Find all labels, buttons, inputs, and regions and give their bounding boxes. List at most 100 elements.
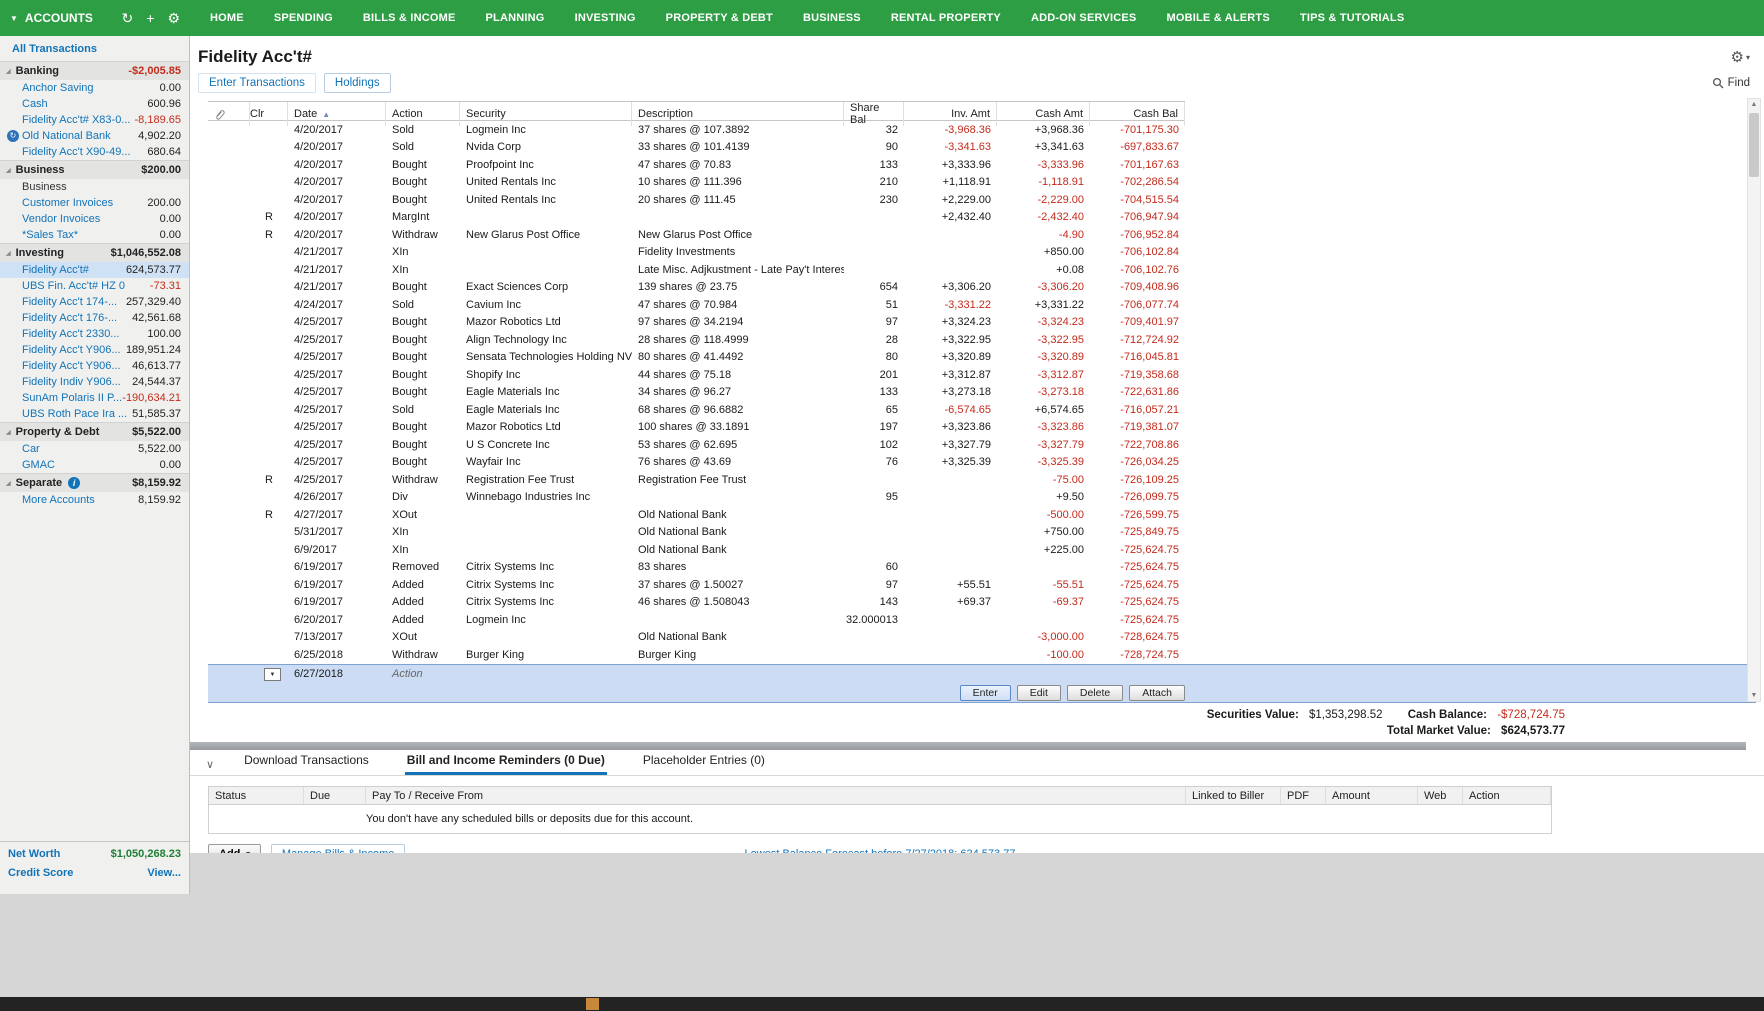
account-section-property-debt[interactable]: ◢Property & Debt$5,522.00	[0, 422, 189, 441]
register-actions-menu[interactable]: ⚙ ▾	[1731, 48, 1750, 66]
transaction-row[interactable]: 4/20/2017BoughtUnited Rentals Inc20 shar…	[208, 191, 1185, 209]
security-column-header[interactable]: Security	[460, 102, 632, 126]
sidebar-account-old-national-bank[interactable]: ↻Old National Bank4,902.20	[0, 128, 189, 144]
share-bal-column-header[interactable]: Share Bal	[844, 102, 904, 126]
transaction-row[interactable]: 7/13/2017XOutOld National Bank-3,000.00-…	[208, 629, 1185, 647]
new-transaction-date[interactable]: 6/27/2018	[288, 668, 386, 680]
transaction-row[interactable]: R4/25/2017WithdrawRegistration Fee Trust…	[208, 471, 1185, 489]
nav-item-rental-property[interactable]: RENTAL PROPERTY	[891, 12, 1001, 24]
transaction-row[interactable]: 4/25/2017BoughtShopify Inc44 shares @ 75…	[208, 366, 1185, 384]
transaction-row[interactable]: 4/25/2017BoughtWayfair Inc76 shares @ 43…	[208, 454, 1185, 472]
taskbar-app-icon[interactable]	[586, 998, 599, 1010]
transaction-row[interactable]: 4/24/2017SoldCavium Inc47 shares @ 70.98…	[208, 296, 1185, 314]
sidebar-account-cash[interactable]: Cash600.96	[0, 96, 189, 112]
find-control[interactable]: Find	[1712, 77, 1750, 89]
tab-placeholder-entries-0[interactable]: Placeholder Entries (0)	[641, 749, 767, 775]
transaction-row[interactable]: 4/25/2017BoughtEagle Materials Inc34 sha…	[208, 384, 1185, 402]
transaction-row[interactable]: 4/26/2017DivWinnebago Industries Inc95+9…	[208, 489, 1185, 507]
register-scrollbar[interactable]: ▲ ▼	[1747, 98, 1761, 702]
attach-button[interactable]: Attach	[1129, 685, 1185, 701]
nav-item-add-on-services[interactable]: ADD-ON SERVICES	[1031, 12, 1136, 24]
transaction-row[interactable]: 4/25/2017BoughtSensata Technologies Hold…	[208, 349, 1185, 367]
sidebar-account-car[interactable]: Car5,522.00	[0, 441, 189, 457]
accounts-header[interactable]: ▼ ACCOUNTS ↻ + ⚙	[0, 10, 190, 27]
scroll-up-icon[interactable]: ▲	[1748, 101, 1760, 108]
transaction-row[interactable]: 4/20/2017SoldLogmein Inc37 shares @ 107.…	[208, 121, 1185, 139]
nav-item-property-debt[interactable]: PROPERTY & DEBT	[666, 12, 773, 24]
transaction-row[interactable]: 4/25/2017SoldEagle Materials Inc68 share…	[208, 401, 1185, 419]
accounts-gear-icon[interactable]: ⚙	[167, 10, 180, 27]
sidebar-account-ubs-fin-acc-t-hz-0[interactable]: UBS Fin. Acc't# HZ 0-73.31	[0, 278, 189, 294]
new-transaction-row[interactable]: ▼ 6/27/2018 Action	[208, 664, 1756, 683]
transaction-row[interactable]: 6/9/2017XInOld National Bank+225.00-725,…	[208, 541, 1185, 559]
sidebar-account-fidelity-acc-t-2330[interactable]: Fidelity Acc't 2330...100.00	[0, 326, 189, 342]
inv-amt-column-header[interactable]: Inv. Amt	[904, 102, 997, 126]
cash-amt-column-header[interactable]: Cash Amt	[997, 102, 1090, 126]
transaction-row[interactable]: 4/25/2017BoughtAlign Technology Inc28 sh…	[208, 331, 1185, 349]
enter-transactions-button[interactable]: Enter Transactions	[198, 73, 316, 93]
transaction-row[interactable]: 6/25/2018WithdrawBurger KingBurger King-…	[208, 646, 1185, 664]
info-icon[interactable]: i	[68, 477, 80, 489]
sidebar-all-transactions[interactable]: All Transactions	[0, 36, 189, 61]
sidebar-account-fidelity-acc-t-174[interactable]: Fidelity Acc't 174-...257,329.40	[0, 294, 189, 310]
transaction-row[interactable]: 4/20/2017BoughtUnited Rentals Inc10 shar…	[208, 174, 1185, 192]
forecast-link[interactable]: Lowest Balance Forecast before 7/27/2018…	[745, 848, 1016, 854]
enter-button[interactable]: Enter	[960, 685, 1011, 701]
nav-item-planning[interactable]: PLANNING	[486, 12, 545, 24]
nav-item-home[interactable]: HOME	[210, 12, 244, 24]
new-transaction-action-placeholder[interactable]: Action	[386, 668, 460, 680]
sidebar-account-fidelity-acc-t-176[interactable]: Fidelity Acc't 176-...42,561.68	[0, 310, 189, 326]
attach-column-header[interactable]	[208, 102, 250, 126]
nav-item-tips-tutorials[interactable]: TIPS & TUTORIALS	[1300, 12, 1404, 24]
nav-item-bills-income[interactable]: BILLS & INCOME	[363, 12, 456, 24]
sidebar-account-business[interactable]: Business	[0, 179, 189, 195]
scrollbar-thumb[interactable]	[1749, 113, 1759, 177]
sidebar-account-vendor-invoices[interactable]: Vendor Invoices0.00	[0, 211, 189, 227]
transaction-row[interactable]: 4/21/2017XInFidelity Investments+850.00-…	[208, 244, 1185, 262]
nav-item-spending[interactable]: SPENDING	[274, 12, 333, 24]
sidebar-account-sunam-polaris-ii-p[interactable]: SunAm Polaris II P...-190,634.21	[0, 390, 189, 406]
credit-score-label[interactable]: Credit Score	[8, 867, 73, 879]
clr-column-header[interactable]: Clr	[250, 102, 288, 126]
cash-bal-column-header[interactable]: Cash Bal	[1090, 102, 1185, 126]
net-worth-label[interactable]: Net Worth	[8, 848, 60, 860]
sidebar-account-fidelity-acc-t-x90-49[interactable]: Fidelity Acc't X90-49...680.64	[0, 144, 189, 160]
transaction-row[interactable]: 4/25/2017BoughtU S Concrete Inc53 shares…	[208, 436, 1185, 454]
edit-button[interactable]: Edit	[1017, 685, 1061, 701]
entry-dropdown-button[interactable]: ▼	[264, 668, 281, 681]
account-section-investing[interactable]: ◢Investing$1,046,552.08	[0, 243, 189, 262]
sidebar-account-more-accounts[interactable]: More Accounts8,159.92	[0, 492, 189, 508]
description-column-header[interactable]: Description	[632, 102, 844, 126]
account-section-separate[interactable]: ◢Separatei$8,159.92	[0, 473, 189, 492]
manage-bills-button[interactable]: Manage Bills & Income	[271, 844, 406, 854]
transaction-row[interactable]: 6/19/2017RemovedCitrix Systems Inc83 sha…	[208, 559, 1185, 577]
transaction-row[interactable]: 4/20/2017BoughtProofpoint Inc47 shares @…	[208, 156, 1185, 174]
sidebar-account-fidelity-acc-t-y906[interactable]: Fidelity Acc't Y906...46,613.77	[0, 358, 189, 374]
transaction-row[interactable]: R4/27/2017XOutOld National Bank-500.00-7…	[208, 506, 1185, 524]
sidebar-account-fidelity-acc-t-x83-0[interactable]: Fidelity Acc't# X83-0...-8,189.65	[0, 112, 189, 128]
transaction-row[interactable]: 4/20/2017SoldNvida Corp33 shares @ 101.4…	[208, 139, 1185, 157]
nav-item-mobile-alerts[interactable]: MOBILE & ALERTS	[1166, 12, 1269, 24]
credit-score-view-link[interactable]: View...	[147, 867, 181, 879]
collapse-panel-icon[interactable]: ∨	[206, 758, 214, 775]
transaction-row[interactable]: 6/19/2017AddedCitrix Systems Inc37 share…	[208, 576, 1185, 594]
nav-item-investing[interactable]: INVESTING	[575, 12, 636, 24]
transaction-row[interactable]: R4/20/2017MargInt+2,432.40-2,432.40-706,…	[208, 209, 1185, 227]
sidebar-account-anchor-saving[interactable]: Anchor Saving0.00	[0, 80, 189, 96]
account-section-business[interactable]: ◢Business$200.00	[0, 160, 189, 179]
refresh-icon[interactable]: ↻	[122, 10, 134, 27]
account-section-banking[interactable]: ◢Banking-$2,005.85	[0, 61, 189, 80]
sidebar-account-fidelity-acc-t[interactable]: Fidelity Acc't#624,573.77	[0, 262, 189, 278]
date-column-header[interactable]: Date ▲	[288, 102, 386, 126]
transaction-row[interactable]: R4/20/2017WithdrawNew Glarus Post Office…	[208, 226, 1185, 244]
sidebar-account-fidelity-acc-t-y906[interactable]: Fidelity Acc't Y906...189,951.24	[0, 342, 189, 358]
add-account-icon[interactable]: +	[146, 10, 154, 27]
transaction-row[interactable]: 6/20/2017AddedLogmein Inc32.000013-725,6…	[208, 611, 1185, 629]
sidebar-account-ubs-roth-pace-ira[interactable]: UBS Roth Pace Ira ...51,585.37	[0, 406, 189, 422]
scroll-down-icon[interactable]: ▼	[1748, 692, 1760, 699]
tab-bill-and-income-reminders-0-due[interactable]: Bill and Income Reminders (0 Due)	[405, 749, 607, 775]
delete-button[interactable]: Delete	[1067, 685, 1123, 701]
holdings-button[interactable]: Holdings	[324, 73, 391, 93]
sidebar-account-sales-tax[interactable]: *Sales Tax*0.00	[0, 227, 189, 243]
transaction-row[interactable]: 6/19/2017AddedCitrix Systems Inc46 share…	[208, 594, 1185, 612]
